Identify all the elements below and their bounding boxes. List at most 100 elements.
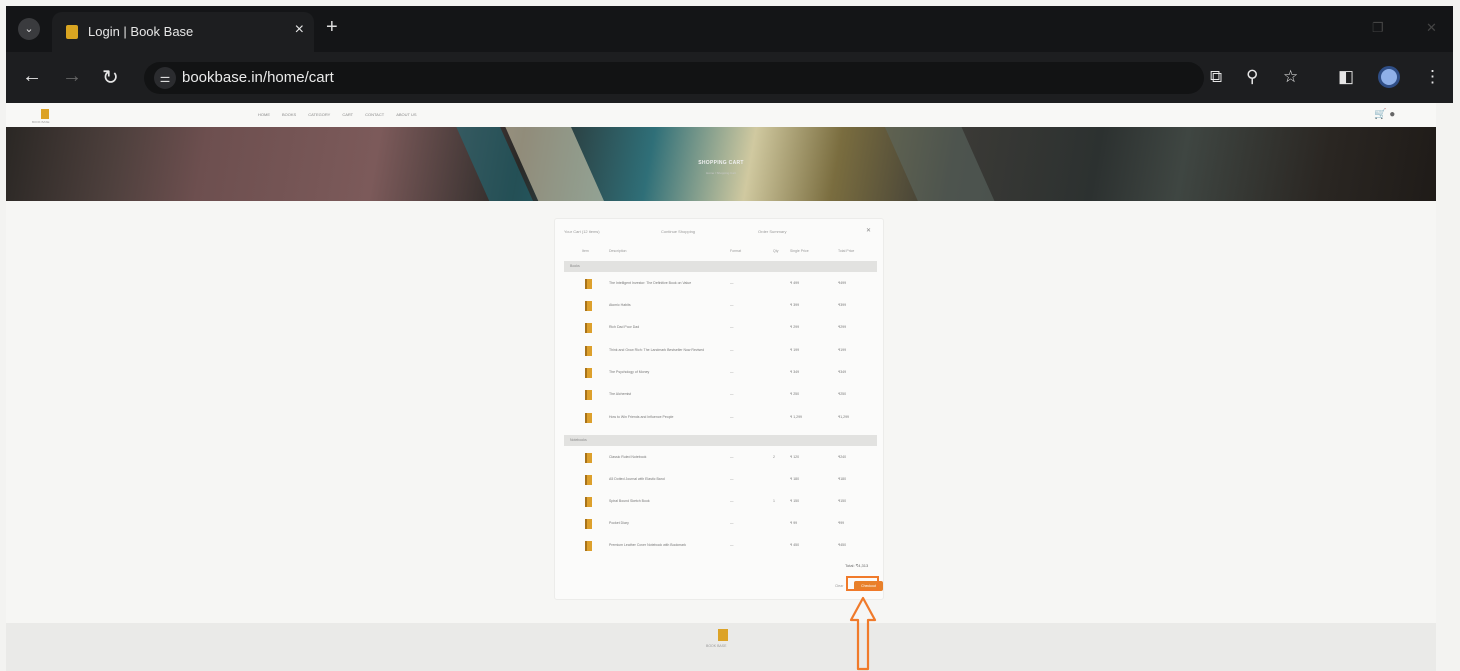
item-price: ₹ 120 (790, 455, 800, 459)
item-qty[interactable]: 1 (773, 499, 775, 503)
book-favicon-icon (66, 25, 78, 39)
item-total: ₹399 (838, 303, 847, 307)
item-title: A5 Dotted Journal with Elastic Band (609, 477, 665, 481)
item-price: ₹ 250 (790, 392, 800, 396)
item-price: ₹ 499 (790, 281, 800, 285)
item-total: ₹99 (838, 521, 845, 525)
cart-row[interactable]: Pocket Diary — ₹ 99 ₹99 (564, 516, 877, 538)
cart-row[interactable]: The Alchemist — ₹ 250 ₹250 (564, 387, 877, 409)
back-arrow-icon[interactable]: ← (22, 65, 42, 88)
book-logo-icon[interactable] (41, 109, 49, 119)
column-header: Qty (773, 249, 779, 253)
notebook-thumbnail (585, 541, 592, 551)
web-page: BOOK BASE HOME BOOKS CATEGORY CART CONTA… (6, 103, 1436, 671)
cart-row[interactable]: The Psychology of Money — ₹ 349 ₹349 (564, 365, 877, 387)
nav-cart[interactable]: CART (342, 112, 353, 117)
item-title: Premium Leather Cover Notebook with Book… (609, 543, 687, 547)
annotation-highlight-box (846, 576, 879, 591)
cart-row[interactable]: The Intelligent Investor: The Definitive… (564, 276, 877, 298)
tab-close-icon[interactable]: × (295, 21, 304, 39)
cart-row[interactable]: Atomic Habits — ₹ 399 ₹399 (564, 298, 877, 320)
site-footer: BOOK BASE (6, 623, 1436, 671)
site-settings-icon[interactable]: ⚌ (154, 67, 176, 89)
book-cover-thumbnail (585, 279, 592, 289)
reload-icon[interactable]: ↻ (102, 65, 119, 90)
item-total: ₹1,299 (838, 415, 849, 419)
cart-and-user-icons[interactable]: 🛒 ● (1374, 109, 1395, 120)
zoom-icon[interactable]: ⚲ (1246, 67, 1258, 87)
notebook-thumbnail (585, 519, 592, 529)
item-price: ₹ 349 (790, 370, 800, 374)
column-header: Description (609, 249, 627, 253)
item-format: — (730, 415, 734, 419)
item-price: ₹ 399 (790, 303, 800, 307)
item-title: How to Win Friends and Influence People (609, 415, 674, 419)
cart-row[interactable]: Think and Grow Rich: The Landmark Bestse… (564, 343, 877, 365)
item-title: Rich Dad Poor Dad (609, 325, 640, 329)
close-window-icon[interactable]: ✕ (1426, 20, 1440, 35)
item-format: — (730, 370, 734, 374)
continue-shopping-link[interactable]: Continue Shopping (661, 229, 695, 234)
item-total: ₹450 (838, 543, 847, 547)
active-tab[interactable]: Login | Book Base × (52, 12, 314, 52)
cart-group-header: Notebooks (564, 435, 877, 446)
item-total: ₹349 (838, 370, 847, 374)
cart-card: Your Cart (12 items) Continue Shopping O… (554, 218, 884, 600)
cart-row[interactable]: A5 Dotted Journal with Elastic Band — ₹ … (564, 472, 877, 494)
item-price: ₹ 1,299 (790, 415, 802, 419)
cart-row[interactable]: Rich Dad Poor Dad — ₹ 299 ₹299 (564, 320, 877, 342)
footer-logo-text: BOOK BASE (706, 644, 727, 648)
order-summary-label: Order Summary (758, 229, 787, 234)
notebook-thumbnail (585, 475, 592, 485)
main-nav: HOME BOOKS CATEGORY CART CONTACT ABOUT U… (258, 112, 417, 117)
item-format: — (730, 325, 734, 329)
nav-home[interactable]: HOME (258, 112, 270, 117)
nav-contact[interactable]: CONTACT (365, 112, 384, 117)
item-total: ₹299 (838, 325, 847, 329)
side-panel-icon[interactable]: ◧ (1338, 67, 1354, 87)
cart-row[interactable]: Premium Leather Cover Notebook with Book… (564, 538, 877, 560)
bookmark-star-icon[interactable]: ☆ (1283, 67, 1298, 87)
restore-window-icon[interactable]: ❐ (1372, 20, 1386, 35)
item-total: ₹180 (838, 477, 847, 481)
nav-category[interactable]: CATEGORY (308, 112, 330, 117)
cart-row[interactable]: Spiral Bound Sketch Book — 1 ₹ 150 ₹150 (564, 494, 877, 516)
item-total: ₹250 (838, 392, 847, 396)
book-cover-thumbnail (585, 301, 592, 311)
close-icon[interactable]: ✕ (866, 227, 871, 234)
item-price: ₹ 150 (790, 499, 800, 503)
forward-arrow-icon[interactable]: → (62, 65, 82, 88)
hero-banner: SHOPPING CART Home / Shopping Cart (6, 127, 1436, 201)
new-tab-icon[interactable]: + (326, 16, 338, 39)
cart-group-label: Books (570, 264, 580, 268)
logo-text: BOOK BASE (32, 120, 50, 124)
install-app-icon[interactable]: ⧉ (1210, 67, 1222, 87)
browser-toolbar: ← → ↻ ⚌ bookbase.in/home/cart ⧉ ⚲ ☆ ◧ ⋮ (6, 52, 1453, 103)
address-bar[interactable]: ⚌ bookbase.in/home/cart (144, 62, 1204, 94)
hero-title: SHOPPING CART (698, 160, 744, 166)
item-format: — (730, 477, 734, 481)
column-header: Total Price (838, 249, 855, 253)
item-format: — (730, 499, 734, 503)
menu-kebab-icon[interactable]: ⋮ (1424, 67, 1441, 87)
nav-books[interactable]: BOOKS (282, 112, 296, 117)
book-logo-icon[interactable] (718, 629, 728, 641)
item-qty[interactable]: 2 (773, 455, 775, 459)
tab-search-icon[interactable]: ⌄ (18, 18, 40, 40)
item-format: — (730, 348, 734, 352)
site-header: BOOK BASE HOME BOOKS CATEGORY CART CONTA… (6, 103, 1436, 127)
item-title: Think and Grow Rich: The Landmark Bestse… (609, 348, 705, 352)
cart-row[interactable]: Classic Ruled Notebook — 2 ₹ 120 ₹240 (564, 450, 877, 472)
book-cover-thumbnail (585, 368, 592, 378)
nav-about[interactable]: ABOUT US (396, 112, 416, 117)
annotation-up-arrow-icon (849, 596, 877, 671)
item-title: The Intelligent Investor: The Definitive… (609, 281, 692, 285)
tab-strip: ⌄ Login | Book Base × + ❐ ✕ (6, 6, 1453, 52)
browser-window: ⌄ Login | Book Base × + ❐ ✕ ← → ↻ ⚌ book… (6, 6, 1453, 103)
item-format: — (730, 521, 734, 525)
tab-title: Login | Book Base (88, 24, 194, 39)
cart-total: Total: ₹4,313 (845, 563, 869, 568)
cart-row[interactable]: How to Win Friends and Influence People … (564, 410, 877, 432)
clear-cart-button[interactable]: Clear (835, 584, 843, 588)
profile-avatar[interactable] (1378, 66, 1400, 88)
